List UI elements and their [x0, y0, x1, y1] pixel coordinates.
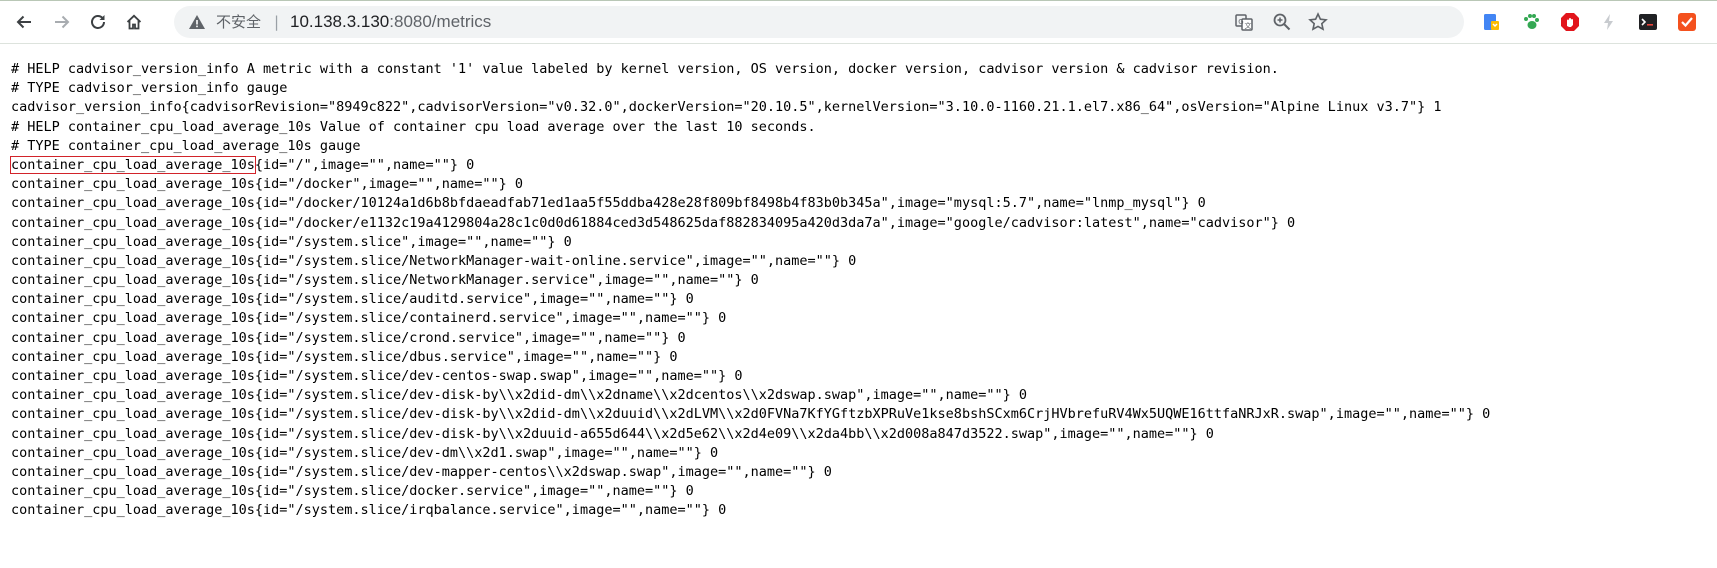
metric-line: # TYPE container_cpu_load_average_10s ga…: [11, 137, 361, 154]
url-host: 10.138.3.130: [290, 12, 390, 31]
metrics-text: # HELP cadvisor_version_info A metric wi…: [10, 60, 1490, 521]
bookmark-star-icon[interactable]: [1308, 12, 1328, 32]
extension-checkmark-icon: [1678, 13, 1696, 31]
home-icon: [126, 14, 142, 30]
extension-adblock-button[interactable]: [1559, 11, 1581, 33]
metric-line: container_cpu_load_average_10s{id="/syst…: [11, 368, 743, 384]
metric-line: container_cpu_load_average_10s{id="/dock…: [11, 214, 1296, 231]
reload-button[interactable]: [83, 7, 113, 37]
extension-save-icon: [1484, 14, 1499, 30]
extension-paw-button[interactable]: [1520, 11, 1542, 33]
metric-line: container_cpu_load_average_10s{id="/dock…: [11, 176, 524, 193]
metric-line: # HELP container_cpu_load_average_10s Va…: [11, 118, 816, 135]
metric-line: container_cpu_load_average_10s{id="/syst…: [11, 233, 572, 250]
svg-text:文: 文: [1245, 21, 1252, 30]
metric-line: container_cpu_load_average_10s{id="/dock…: [11, 195, 1206, 212]
address-bar[interactable]: 不安全 | 10.138.3.130:8080/metrics G 文: [174, 6, 1464, 38]
metric-line: # TYPE cadvisor_version_info gauge: [11, 80, 288, 97]
metric-line: container_cpu_load_average_10s{id="/syst…: [11, 483, 694, 500]
extension-paw-icon: [1524, 14, 1539, 29]
url-separator: |: [274, 13, 280, 31]
metric-line: container_cpu_load_average_10s{id="/syst…: [11, 444, 719, 461]
metric-line: container_cpu_load_average_10s{id="/syst…: [11, 252, 857, 269]
metric-line: container_cpu_load_average_10s{id="/syst…: [11, 291, 694, 308]
metrics-lines-after: container_cpu_load_average_10s{id="/dock…: [11, 175, 1490, 520]
metric-line-highlighted: container_cpu_load_average_10s{id="/",im…: [10, 155, 1490, 175]
highlighted-metric-labels: {id="/",image="",name=""} 0: [254, 156, 475, 173]
svg-text:G: G: [1238, 18, 1243, 26]
metric-line: container_cpu_load_average_10s{id="/syst…: [11, 502, 727, 519]
metric-line: container_cpu_load_average_10s{id="/syst…: [11, 329, 686, 346]
forward-arrow-icon: [55, 15, 70, 29]
metric-line: container_cpu_load_average_10s{id="/syst…: [11, 463, 832, 480]
back-button[interactable]: [9, 7, 39, 37]
metric-line: container_cpu_load_average_10s{id="/syst…: [11, 272, 759, 289]
metric-line: container_cpu_load_average_10s{id="/syst…: [11, 406, 1491, 423]
url-path: :8080/metrics: [389, 12, 492, 31]
extension-lightning-button[interactable]: [1598, 11, 1620, 33]
metric-line: container_cpu_load_average_10s{id="/syst…: [11, 310, 727, 327]
metrics-lines-before: # HELP cadvisor_version_info A metric wi…: [11, 60, 1490, 156]
forward-button[interactable]: [47, 7, 77, 37]
metric-line: container_cpu_load_average_10s{id="/syst…: [11, 425, 1214, 442]
zoom-icon[interactable]: [1272, 12, 1292, 32]
back-arrow-icon: [16, 15, 31, 29]
metric-line: # HELP cadvisor_version_info A metric wi…: [11, 61, 1279, 77]
browser-toolbar: 不安全 | 10.138.3.130:8080/metrics G 文: [0, 0, 1717, 44]
extension-lightning-icon: [1604, 14, 1613, 30]
home-button[interactable]: [119, 7, 149, 37]
extension-save-button[interactable]: [1480, 11, 1502, 33]
reload-icon: [91, 15, 105, 29]
translate-icon[interactable]: G 文: [1234, 12, 1254, 32]
metric-line: container_cpu_load_average_10s{id="/syst…: [11, 387, 1027, 404]
url-text[interactable]: 10.138.3.130:8080/metrics: [290, 12, 491, 32]
extension-adblock-icon: [1561, 13, 1579, 31]
metric-line: container_cpu_load_average_10s{id="/syst…: [11, 348, 678, 365]
extension-checkmark-button[interactable]: [1676, 11, 1698, 33]
insecure-label[interactable]: 不安全: [216, 12, 261, 32]
highlighted-metric-name: container_cpu_load_average_10s: [10, 155, 256, 174]
extension-terminal-button[interactable]: [1637, 11, 1659, 33]
extension-terminal-icon: [1639, 14, 1657, 30]
warning-icon[interactable]: [188, 13, 206, 31]
metric-line: cadvisor_version_info{cadvisorRevision="…: [11, 99, 1442, 116]
